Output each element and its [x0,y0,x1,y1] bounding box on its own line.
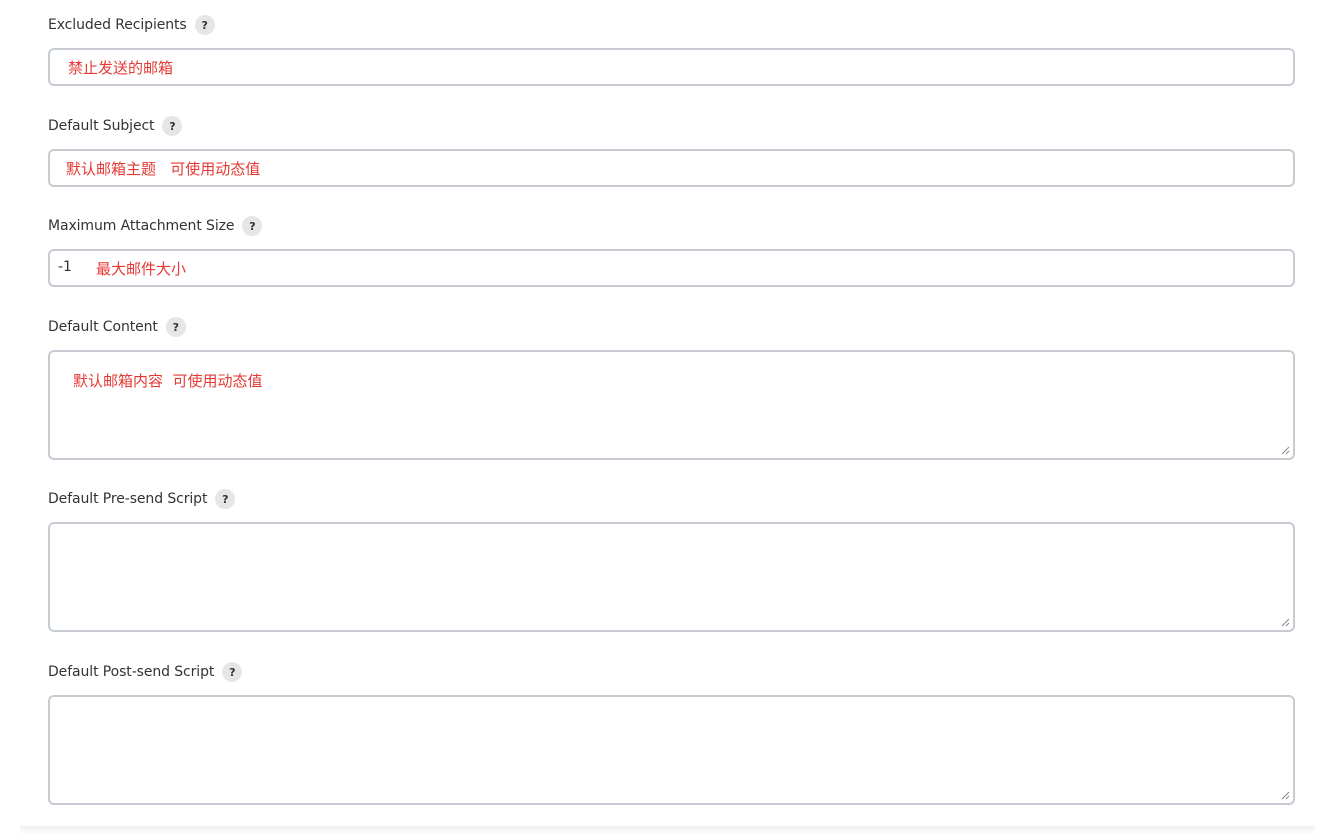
help-icon[interactable]: ? [162,116,183,136]
default-content-value: 默认邮箱内容 可使用动态值 [73,372,263,390]
help-icon[interactable]: ? [165,317,186,337]
default-content-textarea[interactable]: 默认邮箱内容 可使用动态值 [48,350,1295,460]
help-icon[interactable]: ? [194,15,215,35]
excluded-recipients-value: 禁止发送的邮箱 [68,59,174,77]
help-icon[interactable]: ? [215,489,236,509]
default-presend-script-label: Default Pre-send Script [48,491,208,507]
max-attachment-size-input[interactable]: -1 最大邮件大小 [48,249,1295,287]
field-default-subject: Default Subject ? 默认邮箱主题 可使用动态值 [48,115,1295,187]
excluded-recipients-label: Excluded Recipients [48,17,187,33]
field-default-presend-script: Default Pre-send Script ? [48,488,1295,632]
help-icon[interactable]: ? [242,216,263,236]
field-default-content: Default Content ? 默认邮箱内容 可使用动态值 [48,316,1295,460]
resize-handle-icon[interactable] [1281,446,1290,455]
default-subject-input[interactable]: 默认邮箱主题 可使用动态值 [48,149,1295,187]
max-attachment-size-note: 最大邮件大小 [96,260,187,278]
default-postsend-script-label: Default Post-send Script [48,664,215,680]
bottom-bar-shadow [20,826,1315,835]
help-icon[interactable]: ? [222,662,243,682]
excluded-recipients-input[interactable]: 禁止发送的邮箱 [48,48,1295,86]
resize-handle-icon[interactable] [1281,791,1290,800]
field-max-attachment-size: Maximum Attachment Size ? -1 最大邮件大小 [48,215,1295,287]
default-presend-script-textarea[interactable] [48,522,1295,632]
resize-handle-icon[interactable] [1281,618,1290,627]
email-settings-form: Excluded Recipients ? 禁止发送的邮箱 Default Su… [0,0,1335,835]
max-attachment-size-value: -1 [58,259,72,275]
default-postsend-script-textarea[interactable] [48,695,1295,805]
field-default-postsend-script: Default Post-send Script ? [48,661,1295,805]
default-content-label: Default Content [48,319,158,335]
default-subject-value: 默认邮箱主题 可使用动态值 [66,160,261,178]
default-subject-label: Default Subject [48,118,155,134]
max-attachment-size-label: Maximum Attachment Size [48,218,235,234]
field-excluded-recipients: Excluded Recipients ? 禁止发送的邮箱 [48,14,1295,86]
